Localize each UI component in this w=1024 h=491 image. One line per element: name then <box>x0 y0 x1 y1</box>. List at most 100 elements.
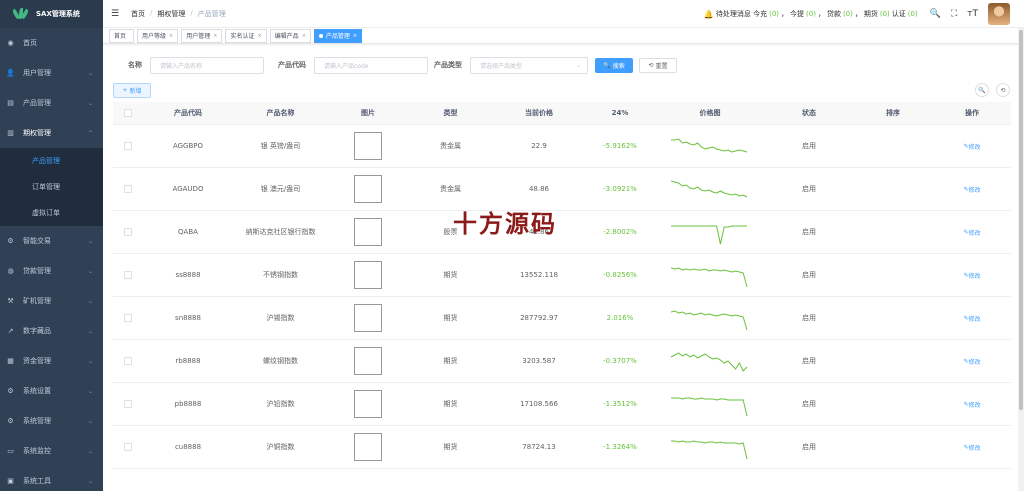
sidebar-subitem[interactable]: 产品管理 <box>0 148 103 174</box>
header-actions: 操作 <box>965 109 979 117</box>
row-checkbox[interactable] <box>124 443 132 451</box>
name-placeholder: 请输入产品名称 <box>160 62 203 70</box>
type-placeholder: 请选择产品类型 <box>480 62 523 70</box>
tab-tag[interactable]: 用户等级 × <box>137 28 179 43</box>
edit-link[interactable]: ✎ 修改 <box>933 400 1011 409</box>
tag-label: 首页 <box>114 33 127 40</box>
font-size-icon[interactable]: тT <box>967 9 978 19</box>
select-all-checkbox[interactable] <box>124 109 132 117</box>
reset-button[interactable]: ⟲ 重置 <box>639 57 677 73</box>
row-checkbox[interactable] <box>124 271 132 279</box>
row-checkbox[interactable] <box>124 228 132 236</box>
sparkline-path <box>671 397 748 417</box>
toggle-search-button[interactable]: 🔍 <box>975 83 989 97</box>
edit-link[interactable]: ✎ 修改 <box>933 314 1011 323</box>
sidebar-item[interactable]: 👤 用户管理 ⌄ <box>0 58 103 88</box>
product-image <box>354 132 382 160</box>
product-type: 期货 <box>443 443 458 451</box>
tab-tag[interactable]: 用户管理 × <box>181 28 223 43</box>
tab-tag[interactable]: 产品管理 × <box>313 28 363 43</box>
table-row: AGAUDO 银 澳元/盎司 贵金属 48.86 -3.0921% 启用 ✎ 修改 <box>113 168 1011 211</box>
refresh-button[interactable]: ⟲ <box>996 83 1010 97</box>
search-button[interactable]: 🔍 搜索 <box>595 57 633 73</box>
sidebar-item[interactable]: ⚙ 系统管理 ⌄ <box>0 406 103 436</box>
name-input[interactable]: 请输入产品名称 <box>150 56 264 74</box>
sidebar-item[interactable]: ▭ 系统监控 ⌄ <box>0 436 103 466</box>
close-icon[interactable]: × <box>213 33 217 39</box>
search-form: 名称 请输入产品名称 产品代码 请输入产品code 产品类型 请选择产品类型 ⌄ … <box>103 56 1024 74</box>
settings-icon: ⚙ <box>7 387 14 395</box>
sparkline-path <box>671 138 748 153</box>
product-type: 期货 <box>443 357 458 365</box>
sidebar-subitem[interactable]: 订单管理 <box>0 174 103 200</box>
auth-label: 认证 <box>891 10 906 18</box>
search-icon[interactable]: 🔍 <box>930 9 941 19</box>
sidebar-menu: ◉ 首页 👤 用户管理 ⌄ ▤ 产品管理 ⌄ ▥ 期权管理 ⌃ 产品管理 订单管理 虚拟订单 ⚙ 智能交易 ⌄ ◍… <box>0 28 103 491</box>
app-logo[interactable]: SAX管理系统 <box>0 0 103 28</box>
row-checkbox[interactable] <box>124 185 132 193</box>
header-chart: 价格图 <box>699 109 721 117</box>
product-price: 287792.97 <box>520 314 558 322</box>
close-icon[interactable]: × <box>353 33 357 39</box>
fund-icon: ▦ <box>7 357 14 365</box>
tab-tag[interactable]: 首页 <box>109 28 135 43</box>
change-24h: 2.016% <box>606 314 634 322</box>
sidebar-item[interactable]: ▥ 期权管理 ⌃ <box>0 118 103 148</box>
product-image <box>354 261 382 289</box>
edit-link[interactable]: ✎ 修改 <box>933 271 1011 280</box>
sidebar-item[interactable]: ⚙ 智能交易 ⌄ <box>0 226 103 256</box>
sidebar-item[interactable]: ▦ 资金管理 ⌄ <box>0 346 103 376</box>
select-cell <box>113 314 143 322</box>
auth-count: (0) <box>907 10 918 18</box>
sidebar-item[interactable]: ◉ 首页 <box>0 28 103 58</box>
row-checkbox[interactable] <box>124 314 132 322</box>
tab-tag[interactable]: 编辑产品 × <box>269 28 311 43</box>
edit-link[interactable]: ✎ 修改 <box>933 185 1011 194</box>
code-input[interactable]: 请输入产品code <box>314 56 428 74</box>
sidebar-subitem[interactable]: 虚拟订单 <box>0 200 103 226</box>
avatar[interactable] <box>988 3 1010 25</box>
breadcrumb-option[interactable]: 期权管理 <box>157 9 185 19</box>
row-checkbox[interactable] <box>124 357 132 365</box>
type-select[interactable]: 请选择产品类型 ⌄ <box>470 56 588 74</box>
fullscreen-icon[interactable]: ⛶ <box>951 9 957 19</box>
close-icon[interactable]: × <box>257 33 261 39</box>
hamburger-icon[interactable]: ☰ <box>111 9 121 19</box>
todo-messages[interactable]: 🔔 待处理消息 今充 (0) ， 今提 (0) ， 贷款 (0) ， 期货 (0… <box>704 9 918 19</box>
tab-tag[interactable]: 实名认证 × <box>225 28 267 43</box>
status-text: 启用 <box>802 443 816 451</box>
edit-link[interactable]: ✎ 修改 <box>933 443 1011 452</box>
row-checkbox[interactable] <box>124 142 132 150</box>
sidebar-item[interactable]: ◍ 贷款管理 ⌄ <box>0 256 103 286</box>
edit-link[interactable]: ✎ 修改 <box>933 142 1011 151</box>
page-scrollbar[interactable] <box>1018 28 1024 491</box>
sidebar-item[interactable]: ▣ 系统工具 ⌄ <box>0 466 103 491</box>
image-cell <box>328 132 408 160</box>
edit-link[interactable]: ✎ 修改 <box>933 357 1011 366</box>
sidebar-item-label: 系统监控 <box>23 447 51 455</box>
sidebar-item[interactable]: ⚙ 系统设置 ⌄ <box>0 376 103 406</box>
sidebar-item-label: 首页 <box>23 39 37 47</box>
sparkline-path <box>671 225 747 245</box>
scrollbar-thumb[interactable] <box>1019 30 1023 410</box>
plus-icon: + <box>122 87 128 94</box>
header-code: 产品代码 <box>174 109 202 117</box>
smart-trade-icon: ⚙ <box>7 237 14 245</box>
sidebar-item[interactable]: ↗ 数字藏品 ⌄ <box>0 316 103 346</box>
edit-link[interactable]: ✎ 修改 <box>933 228 1011 237</box>
header-change: 24% <box>611 109 629 117</box>
sidebar-item-label: 期权管理 <box>23 129 51 137</box>
close-icon[interactable]: × <box>302 33 306 39</box>
add-button[interactable]: + 新增 <box>113 83 151 98</box>
close-icon[interactable]: × <box>169 33 173 39</box>
image-cell <box>328 347 408 375</box>
sidebar-item[interactable]: ▤ 产品管理 ⌄ <box>0 88 103 118</box>
status-text: 启用 <box>802 357 816 365</box>
status-text: 启用 <box>802 271 816 279</box>
product-name: 纳斯达克社区银行指数 <box>245 227 316 236</box>
sidebar-item[interactable]: ⚒ 矿机管理 ⌄ <box>0 286 103 316</box>
row-checkbox[interactable] <box>124 400 132 408</box>
refresh-icon: ⟲ <box>648 61 654 69</box>
breadcrumb-home[interactable]: 首页 <box>131 9 145 19</box>
product-image <box>354 175 382 203</box>
